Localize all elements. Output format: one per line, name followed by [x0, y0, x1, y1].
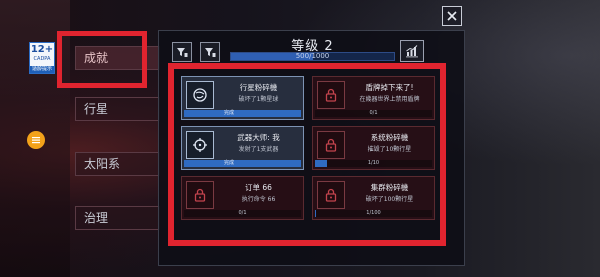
- age-rating-label: 适龄提示: [30, 66, 54, 73]
- close-icon: [447, 11, 457, 21]
- bar-chart-icon: [406, 45, 418, 58]
- age-rating-badge: 12+ CADPA 适龄提示: [29, 42, 55, 74]
- filter-button-2[interactable]: [200, 42, 220, 62]
- filter-button-1[interactable]: [172, 42, 192, 62]
- stats-button[interactable]: [400, 40, 424, 62]
- age-rating-value: 12+: [30, 44, 54, 55]
- level-progress-text: 500/1000: [295, 52, 330, 60]
- side-menu-item-solar-system[interactable]: 太阳系: [75, 152, 160, 176]
- highlight-box-achievements: [168, 63, 446, 246]
- close-button[interactable]: [442, 6, 462, 26]
- side-menu-item-planets[interactable]: 行星: [75, 97, 160, 121]
- age-rating-note: CADPA: [33, 56, 51, 62]
- side-menu-item-governance[interactable]: 治理: [75, 206, 160, 230]
- filter-icon: [177, 48, 188, 57]
- list-icon: [32, 137, 40, 144]
- highlight-box-menu: [57, 31, 147, 88]
- level-progress-bar: 500/1000: [230, 52, 395, 61]
- filter-lock-icon: [205, 48, 216, 57]
- list-menu-button[interactable]: [27, 131, 45, 149]
